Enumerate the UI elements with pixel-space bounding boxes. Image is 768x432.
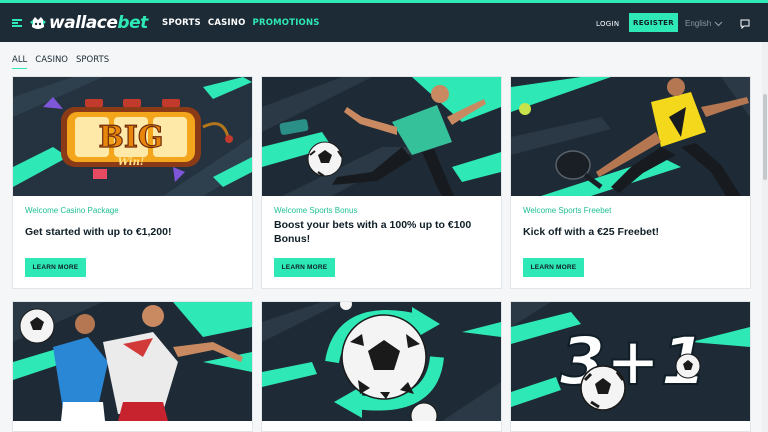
promo-tag: Welcome Casino Package xyxy=(25,206,119,215)
nav-casino[interactable]: CASINO xyxy=(208,18,246,28)
promo-card[interactable] xyxy=(261,301,502,432)
promo-image-football-players xyxy=(13,302,252,421)
learn-more-button[interactable]: LEARN MORE xyxy=(25,258,86,277)
promo-image-sports-freebet xyxy=(511,77,750,196)
register-button[interactable]: REGISTER xyxy=(629,13,678,32)
nav-promotions[interactable]: PROMOTIONS xyxy=(253,18,320,28)
language-selector[interactable]: English xyxy=(685,19,723,28)
promo-image-3plus1: 3+1 xyxy=(511,302,750,421)
filter-casino[interactable]: CASINO xyxy=(35,55,68,69)
promo-tag: Welcome Sports Freebet xyxy=(523,206,612,215)
chevron-down-icon xyxy=(714,21,723,26)
filter-all[interactable]: ALL xyxy=(12,55,28,69)
logo-icon xyxy=(30,17,46,29)
login-button[interactable]: LOGIN xyxy=(596,20,619,28)
promo-tag: Welcome Sports Bonus xyxy=(274,206,358,215)
site-logo[interactable]: wallacebet xyxy=(28,13,148,33)
promo-card[interactable] xyxy=(12,301,253,432)
language-label: English xyxy=(685,19,712,28)
promo-title: Boost your bets with a 100% up to €100 B… xyxy=(274,219,472,245)
casino-big-label: BIG xyxy=(98,120,163,155)
casino-win-label: Win! xyxy=(118,157,145,168)
promo-card[interactable]: 3+1 xyxy=(510,301,751,432)
learn-more-button[interactable]: LEARN MORE xyxy=(274,258,335,277)
chat-icon[interactable] xyxy=(740,19,750,29)
filter-sports[interactable]: SPORTS xyxy=(76,55,109,69)
promo-image-casino: BIG Win! xyxy=(13,77,252,196)
promo-title: Get started with up to €1,200! xyxy=(25,226,172,238)
promo-filters: ALL CASINO SPORTS xyxy=(12,55,117,69)
site-header: wallacebet SPORTS CASINO PROMOTIONS LOGI… xyxy=(0,3,768,42)
promo-card[interactable]: Welcome Sports Freebet Kick off with a €… xyxy=(510,76,751,289)
learn-more-button[interactable]: LEARN MORE xyxy=(523,258,584,277)
scrollbar[interactable] xyxy=(762,42,768,432)
nav-sports[interactable]: SPORTS xyxy=(162,18,201,28)
main-nav: SPORTS CASINO PROMOTIONS xyxy=(162,18,327,28)
logo-text: wallacebet xyxy=(49,13,148,33)
promo-image-football xyxy=(262,302,501,421)
scrollbar-thumb[interactable] xyxy=(763,94,767,180)
promo-card[interactable]: BIG Win! Welcome Casino Package Get star… xyxy=(12,76,253,289)
menu-icon[interactable] xyxy=(12,19,22,27)
promo-card[interactable]: Welcome Sports Bonus Boost your bets wit… xyxy=(261,76,502,289)
promo-image-sports-bonus xyxy=(262,77,501,196)
promo-title: Kick off with a €25 Freebet! xyxy=(523,226,659,238)
